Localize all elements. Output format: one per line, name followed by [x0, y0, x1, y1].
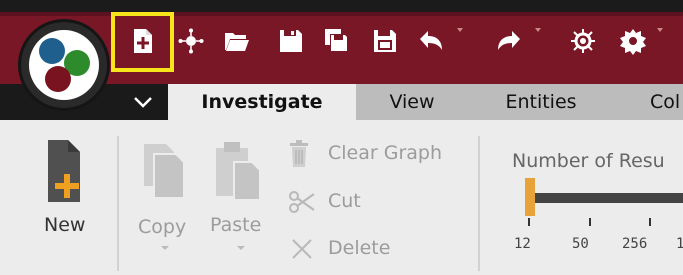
slider-tick-label: 50 [572, 236, 589, 252]
results-slider-thumb[interactable] [525, 178, 535, 216]
scissors-icon [289, 191, 315, 213]
results-slider-track[interactable] [530, 193, 683, 203]
slider-tick [528, 218, 530, 226]
slider-tick-label: 1 [676, 236, 683, 252]
ribbon-separator [117, 136, 119, 271]
paste-button[interactable]: Paste [208, 138, 278, 268]
ribbon-collapse-chevron-icon[interactable] [128, 90, 158, 114]
tab-collaborate[interactable]: Col [614, 84, 683, 120]
copy-label: Copy [138, 216, 187, 238]
new-label: New [44, 214, 86, 236]
settings-icon[interactable] [618, 26, 648, 56]
redo-dropdown-icon[interactable] [534, 26, 542, 34]
clear-graph-label: Clear Graph [328, 142, 443, 164]
cut-button[interactable]: Cut [288, 188, 408, 218]
save-as-icon[interactable] [370, 26, 400, 56]
settings-dropdown-icon[interactable] [656, 26, 664, 34]
copy-dropdown-icon [161, 246, 169, 250]
slider-tick-label: 256 [622, 236, 648, 252]
paste-label: Paste [210, 214, 262, 236]
logo-blue-dot [39, 38, 65, 64]
slider-tick-label: 12 [514, 236, 531, 252]
tab-entities[interactable]: Entities [468, 84, 614, 120]
number-of-results-label: Number of Resu [512, 150, 665, 172]
slider-tick [649, 218, 651, 226]
tab-view[interactable]: View [356, 84, 468, 120]
transform-icon[interactable] [568, 26, 598, 56]
layout-icon[interactable] [176, 26, 206, 56]
undo-dropdown-icon[interactable] [456, 26, 464, 34]
open-icon[interactable] [222, 26, 252, 56]
copy-icon [144, 144, 185, 199]
new-graph-button[interactable]: New [34, 138, 104, 268]
trash-icon [290, 140, 308, 167]
save-all-icon[interactable] [322, 26, 352, 56]
delete-label: Delete [328, 237, 391, 259]
paste-icon [216, 142, 261, 201]
slider-tick [589, 218, 591, 226]
logo-red-dot [45, 66, 71, 92]
new-graph-highlight [111, 12, 174, 72]
new-document-icon [48, 140, 80, 202]
copy-button[interactable]: Copy [136, 138, 198, 268]
tab-investigate[interactable]: Investigate [168, 84, 356, 120]
undo-icon[interactable] [416, 26, 446, 56]
delete-x-icon [292, 239, 312, 259]
ribbon-separator [478, 136, 480, 271]
cut-label: Cut [328, 190, 361, 212]
paste-dropdown-icon [237, 246, 245, 250]
save-icon[interactable] [276, 26, 306, 56]
clear-graph-button[interactable]: Clear Graph [288, 140, 468, 170]
app-logo-button[interactable] [21, 22, 107, 108]
delete-button[interactable]: Delete [288, 235, 408, 265]
redo-icon[interactable] [494, 26, 524, 56]
